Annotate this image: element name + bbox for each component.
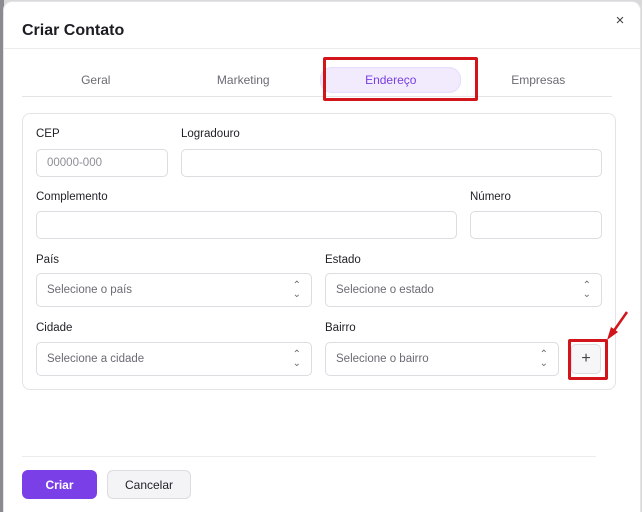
tab-label: Marketing xyxy=(216,72,270,87)
pais-select-value: Selecione o país xyxy=(47,284,133,296)
complemento-label: Complemento xyxy=(36,191,108,203)
logradouro-label: Logradouro xyxy=(181,128,240,140)
estado-select[interactable]: Selecione o estado ⌃ ⌄ xyxy=(325,273,602,307)
cep-input[interactable] xyxy=(36,149,168,177)
bairro-label: Bairro xyxy=(325,322,356,334)
cidade-label: Cidade xyxy=(36,322,73,334)
tab-bar: Geral Marketing Endereço Empresas xyxy=(22,63,612,97)
tab-endereco[interactable]: Endereço xyxy=(317,63,465,96)
chevron-updown-icon: ⌃ ⌄ xyxy=(292,280,301,300)
tab-label: Empresas xyxy=(511,72,566,87)
pais-label: País xyxy=(36,254,60,266)
chevron-updown-icon: ⌃ ⌄ xyxy=(292,349,301,369)
bairro-select-value: Selecione o bairro xyxy=(336,353,429,365)
header-divider xyxy=(4,48,640,49)
tab-label: Geral xyxy=(81,72,111,87)
estado-select-value: Selecione o estado xyxy=(336,284,434,296)
chevron-updown-icon: ⌃ ⌄ xyxy=(582,280,591,300)
cidade-select-value: Selecione a cidade xyxy=(47,353,145,365)
numero-label: Número xyxy=(470,191,511,203)
close-icon: × xyxy=(615,12,625,29)
numero-input[interactable] xyxy=(470,211,602,239)
pais-select[interactable]: Selecione o país ⌃ ⌄ xyxy=(36,273,312,307)
create-button[interactable]: Criar xyxy=(22,470,97,499)
close-button[interactable]: × xyxy=(612,13,628,29)
cidade-select[interactable]: Selecione a cidade ⌃ ⌄ xyxy=(36,342,312,376)
plus-icon: + xyxy=(581,350,591,367)
complemento-input[interactable] xyxy=(36,211,457,239)
bairro-select[interactable]: Selecione o bairro ⌃ ⌄ xyxy=(325,342,559,376)
cancel-button[interactable]: Cancelar xyxy=(107,470,191,499)
tab-geral[interactable]: Geral xyxy=(22,63,170,96)
tab-label: Endereço xyxy=(320,66,462,93)
tab-empresas[interactable]: Empresas xyxy=(465,63,613,96)
cep-label: CEP xyxy=(36,128,60,140)
add-bairro-button[interactable]: + xyxy=(571,344,601,374)
modal-title: Criar Contato xyxy=(22,22,125,39)
tab-marketing[interactable]: Marketing xyxy=(170,63,318,96)
estado-label: Estado xyxy=(325,254,361,266)
create-contact-dialog: Criar Contato × Geral Marketing Endereço… xyxy=(4,2,640,512)
footer-divider xyxy=(22,456,596,457)
logradouro-input[interactable] xyxy=(181,149,602,177)
chevron-updown-icon: ⌃ ⌄ xyxy=(539,349,548,369)
